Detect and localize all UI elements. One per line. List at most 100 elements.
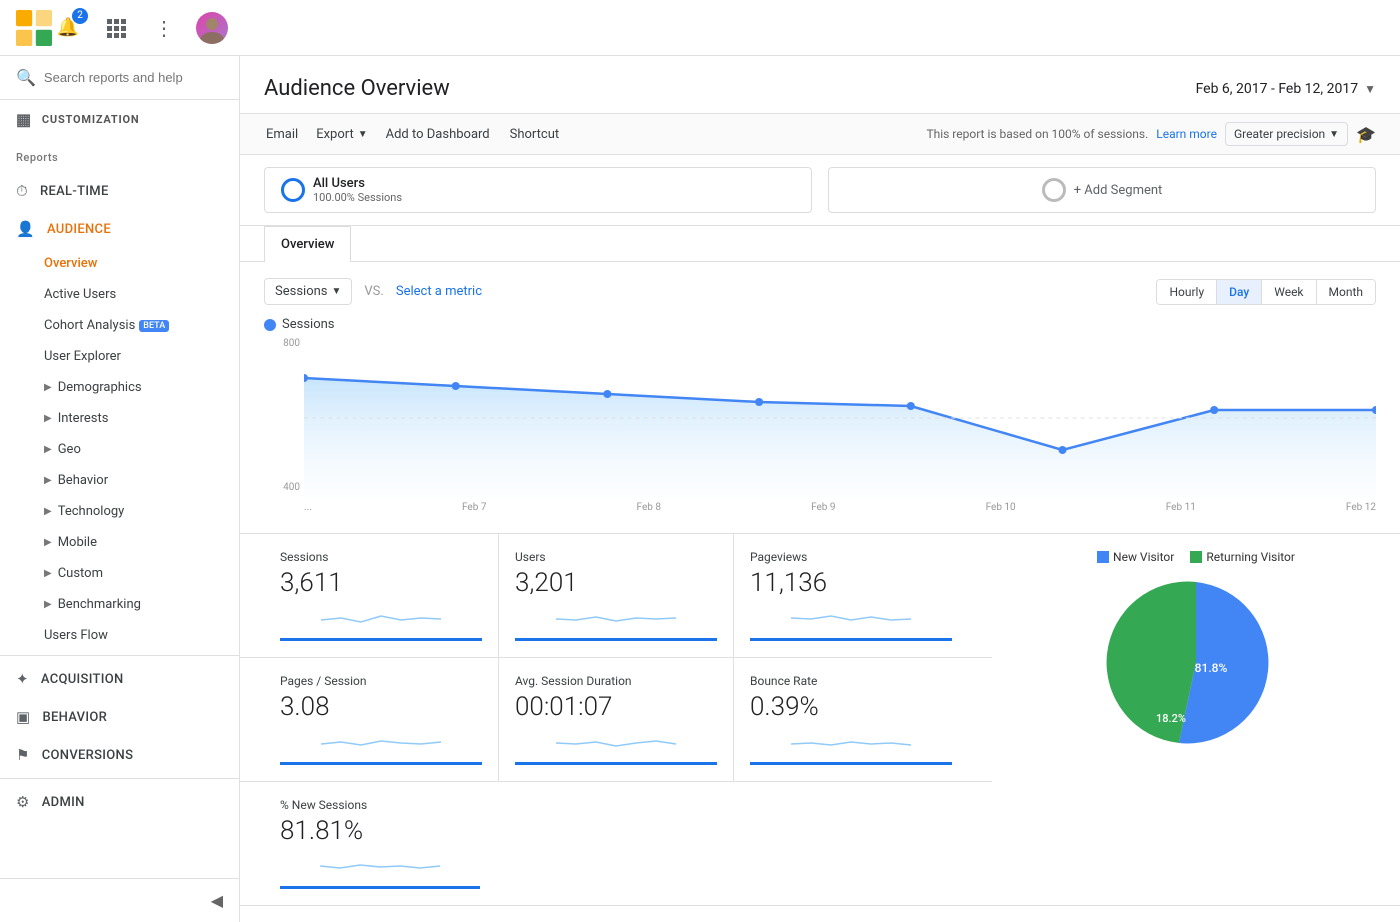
chevron-right-icon: ▶ (44, 413, 52, 424)
export-label: Export (316, 127, 354, 142)
tab-overview[interactable]: Overview (264, 226, 351, 262)
main-content: Audience Overview Feb 6, 2017 - Feb 12, … (240, 56, 1400, 922)
new-sessions-sparkline (280, 854, 480, 882)
user-avatar[interactable] (196, 12, 228, 44)
sidebar-item-audience[interactable]: 👤 AUDIENCE (0, 210, 239, 248)
reports-section: Reports (0, 139, 239, 172)
sidebar-subitem-users-flow[interactable]: Users Flow (0, 620, 239, 651)
search-input[interactable] (44, 70, 223, 85)
hourly-button[interactable]: Hourly (1157, 280, 1217, 304)
chevron-right-icon: ▶ (44, 444, 52, 455)
metric-select-label: Sessions (275, 284, 328, 299)
pageviews-metric-value: 11,136 (750, 568, 952, 598)
sidebar-subitem-geo[interactable]: ▶ Geo (0, 434, 239, 465)
avg-duration-sparkline (515, 730, 717, 758)
sidebar-item-conversions[interactable]: ⚑ CONVERSIONS (0, 736, 239, 774)
users-metric-value: 3,201 (515, 568, 717, 598)
report-toolbar: Email Export ▼ Add to Dashboard Shortcut… (240, 114, 1400, 155)
sidebar-subitem-custom[interactable]: ▶ Custom (0, 558, 239, 589)
chart-section: Sessions ▼ VS. Select a metric Hourly Da… (240, 262, 1400, 533)
report-icon[interactable]: 🎓 (1356, 125, 1376, 144)
sidebar-subitem-cohort[interactable]: Cohort Analysis BETA (0, 310, 239, 341)
acquisition-label: ACQUISITION (41, 672, 124, 687)
app-logo[interactable] (16, 10, 52, 46)
customization-label: CUSTOMIZATION (42, 113, 140, 126)
sessions-sparkline (280, 606, 482, 634)
chart-controls: Sessions ▼ VS. Select a metric Hourly Da… (264, 278, 1376, 305)
learn-more-link[interactable]: Learn more (1156, 127, 1217, 141)
sidebar-subitem-active-users[interactable]: Active Users (0, 279, 239, 310)
shortcut-button[interactable]: Shortcut (508, 123, 562, 146)
x-label-feb12: Feb 12 (1346, 502, 1376, 513)
precision-label: Greater precision (1234, 127, 1325, 141)
audience-icon: 👤 (16, 220, 35, 238)
pageviews-sparkline (750, 606, 952, 634)
sessions-legend-dot (264, 319, 276, 331)
new-sessions-value: 81.81% (280, 816, 480, 846)
all-users-segment[interactable]: All Users 100.00% Sessions (264, 167, 812, 213)
metrics-row-3: % New Sessions 81.81% (240, 781, 992, 905)
metric-new-sessions: % New Sessions 81.81% (264, 782, 496, 905)
email-button[interactable]: Email (264, 123, 300, 146)
metrics-and-pie: Sessions 3,611 Users 3,201 (240, 533, 1400, 905)
realtime-label: REAL-TIME (40, 184, 109, 199)
precision-dropdown[interactable]: Greater precision ▼ (1225, 122, 1348, 146)
geo-label: Geo (58, 442, 81, 457)
sidebar-subitem-benchmarking[interactable]: ▶ Benchmarking (0, 589, 239, 620)
sidebar-subitem-behavior[interactable]: ▶ Behavior (0, 465, 239, 496)
pie-chart: 81.8% 18.2% (1106, 572, 1286, 752)
toolbar-right: This report is based on 100% of sessions… (926, 122, 1376, 146)
sidebar-item-behavior[interactable]: ▣ BEHAVIOR (0, 698, 239, 736)
segment-bar: All Users 100.00% Sessions + Add Segment (240, 155, 1400, 226)
y-label-400: 400 (283, 482, 300, 493)
sidebar-subitem-overview[interactable]: Overview (0, 248, 239, 279)
beta-badge: BETA (139, 320, 169, 332)
benchmarking-label: Benchmarking (58, 597, 141, 612)
metric-bounce-rate: Bounce Rate 0.39% (734, 658, 968, 781)
page-title: Audience Overview (264, 76, 450, 101)
segment-name: All Users (313, 176, 795, 191)
select-metric-link[interactable]: Select a metric (396, 284, 482, 299)
collapse-icon: ◀ (211, 891, 223, 910)
demographics-label: Demographics (58, 380, 142, 395)
user-explorer-label: User Explorer (44, 349, 121, 364)
add-segment-button[interactable]: + Add Segment (828, 167, 1376, 213)
sidebar-item-realtime[interactable]: ⏱ REAL-TIME (0, 172, 239, 210)
date-range-picker[interactable]: Feb 6, 2017 - Feb 12, 2017 ▼ (1196, 81, 1376, 97)
sidebar-collapse-button[interactable]: ◀ (0, 878, 239, 922)
add-dashboard-button[interactable]: Add to Dashboard (384, 123, 492, 146)
sidebar-subitem-interests[interactable]: ▶ Interests (0, 403, 239, 434)
sidebar-item-customization[interactable]: ▦ CUSTOMIZATION (0, 100, 239, 139)
active-users-label: Active Users (44, 287, 116, 302)
sidebar-subitem-user-explorer[interactable]: User Explorer (0, 341, 239, 372)
x-label-start: ... (304, 502, 312, 513)
month-button[interactable]: Month (1317, 280, 1375, 304)
admin-label: ADMIN (42, 795, 85, 810)
x-label-feb8: Feb 8 (637, 502, 661, 513)
day-button[interactable]: Day (1217, 280, 1262, 304)
week-button[interactable]: Week (1262, 280, 1316, 304)
avg-duration-value: 00:01:07 (515, 692, 717, 722)
segment-info: All Users 100.00% Sessions (313, 176, 795, 204)
sidebar-subitem-mobile[interactable]: ▶ Mobile (0, 527, 239, 558)
sidebar-subitem-technology[interactable]: ▶ Technology (0, 496, 239, 527)
x-label-feb10: Feb 10 (986, 502, 1016, 513)
cohort-label: Cohort Analysis (44, 318, 135, 333)
more-options-button[interactable]: ⋮ (148, 12, 180, 44)
customization-icon: ▦ (16, 110, 32, 129)
metric-select-dropdown[interactable]: Sessions ▼ (264, 278, 352, 305)
pie-chart-section: New Visitor Returning Visitor 81.8% 18.2… (992, 534, 1400, 905)
export-dropdown[interactable]: Export ▼ (316, 127, 367, 142)
apps-button[interactable] (100, 12, 132, 44)
notification-button[interactable]: 🔔 2 (52, 12, 84, 44)
sessions-chart (304, 338, 1376, 498)
session-info-text: This report is based on 100% of sessions… (926, 127, 1148, 141)
svg-text:18.2%: 18.2% (1156, 712, 1186, 725)
chevron-right-icon: ▶ (44, 382, 52, 393)
sidebar-item-admin[interactable]: ⚙ ADMIN (0, 783, 239, 821)
new-visitor-color (1097, 551, 1109, 563)
sidebar-item-acquisition[interactable]: ✦ ACQUISITION (0, 660, 239, 698)
metric-pageviews: Pageviews 11,136 (734, 534, 968, 657)
sidebar-subitem-demographics[interactable]: ▶ Demographics (0, 372, 239, 403)
y-label-800: 800 (283, 338, 300, 349)
